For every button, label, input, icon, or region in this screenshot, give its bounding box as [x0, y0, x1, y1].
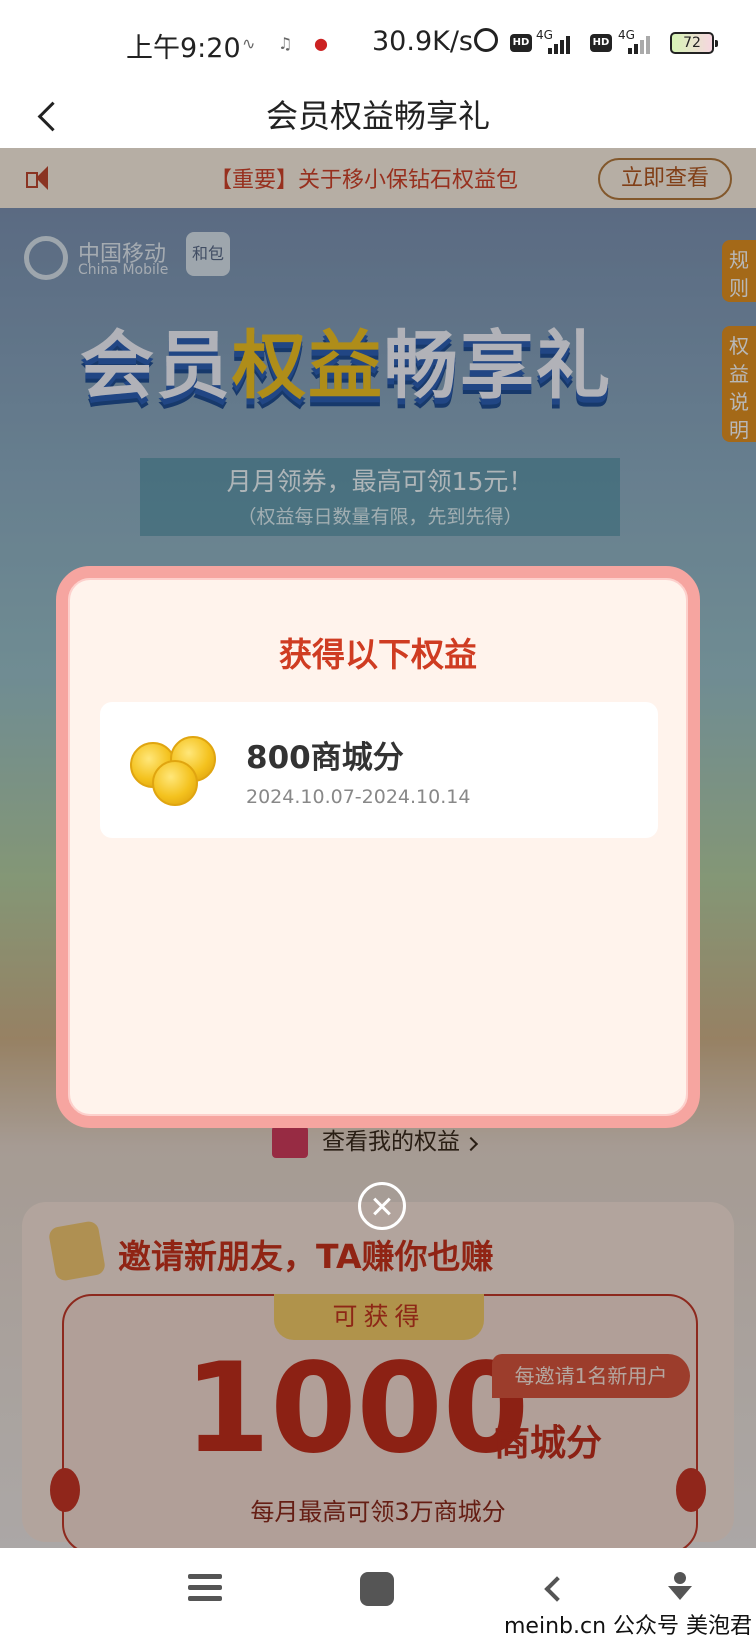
net-speed: 30.9K/s	[372, 26, 473, 57]
signal-icon-1	[548, 34, 570, 54]
nav-back-icon[interactable]	[538, 1574, 568, 1604]
benefit-name: 800商城分	[246, 740, 404, 776]
download-icon[interactable]	[666, 1572, 696, 1602]
alarm-icon	[474, 28, 498, 52]
coins-icon	[130, 730, 224, 808]
home-icon[interactable]	[360, 1572, 394, 1606]
signal-icon-2	[628, 34, 650, 54]
rights-modal: 获得以下权益 800商城分 2024.10.07-2024.10.14	[56, 566, 700, 1128]
page-title: 会员权益畅享礼	[265, 97, 490, 135]
modal-title: 获得以下权益	[279, 635, 477, 674]
battery-icon: 72	[670, 32, 718, 54]
status-time: 上午9:20	[126, 33, 241, 64]
close-icon[interactable]	[358, 1182, 406, 1230]
title-bar: 会员权益畅享礼	[0, 86, 756, 148]
hd-icon-2: HD	[590, 34, 612, 52]
coin-icon	[152, 760, 198, 806]
system-nav-bar: meinb.cn 公众号 美泡君	[0, 1548, 756, 1638]
hd-icon: HD	[510, 34, 532, 52]
benefit-item: 800商城分 2024.10.07-2024.10.14	[100, 702, 658, 838]
watermark: meinb.cn 公众号 美泡君	[504, 1614, 753, 1638]
status-bar: 上午9:20 ∿ ♫ ● 30.9K/s HD 4G HD 4G 72	[0, 0, 756, 86]
music-icon: ♫	[278, 34, 293, 53]
notification-icon: ∿	[242, 34, 256, 53]
app-icon: ●	[314, 34, 328, 53]
menu-icon[interactable]	[188, 1574, 222, 1604]
benefit-validity: 2024.10.07-2024.10.14	[246, 786, 471, 808]
